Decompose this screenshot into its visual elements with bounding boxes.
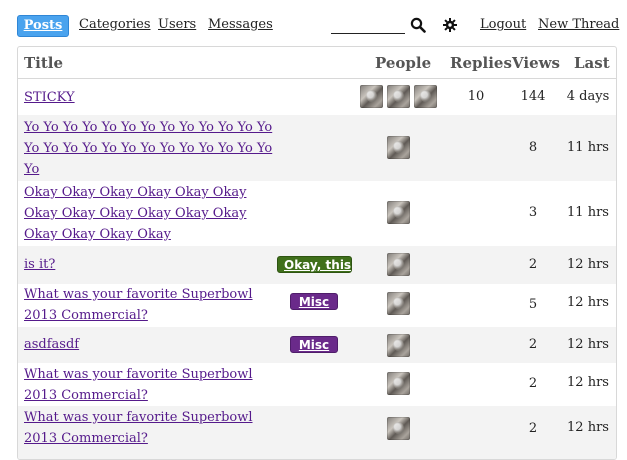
replies-count: 2: [528, 337, 538, 352]
table-row: Okay Okay Okay Okay Okay Okay Okay Okay …: [18, 181, 616, 246]
thread-title-cell: STICKY: [24, 87, 276, 108]
threads-table: Title People Replies Views Last STICKY 1…: [17, 46, 617, 460]
thread-title-cell: Yo Yo Yo Yo Yo Yo Yo Yo Yo Yo Yo Yo Yo Y…: [24, 117, 276, 180]
avatar[interactable]: [387, 292, 410, 315]
last-activity: 12 hrs: [567, 420, 609, 435]
logout-link[interactable]: Logout: [480, 17, 526, 32]
nav-posts-tab[interactable]: Posts: [17, 15, 69, 37]
table-row: asdfasdf Misc 2 12 hrs: [18, 327, 616, 363]
nav-users-link[interactable]: Users: [158, 17, 196, 32]
last-activity: 11 hrs: [567, 205, 609, 220]
thread-title-link[interactable]: STICKY: [24, 90, 75, 105]
views-count: 3: [528, 205, 538, 220]
avatar[interactable]: [387, 334, 410, 357]
last-activity: 12 hrs: [567, 257, 609, 272]
last-activity: 12 hrs: [567, 375, 609, 390]
thread-title-cell: is it?: [24, 254, 276, 275]
avatar[interactable]: [387, 372, 410, 395]
last-activity: 12 hrs: [567, 337, 609, 352]
thread-title-cell: asdfasdf: [24, 334, 276, 355]
last-activity: 11 hrs: [567, 140, 609, 155]
last-activity: 4 days: [566, 89, 610, 104]
views-count: 8: [528, 140, 538, 155]
replies-count: 2: [528, 257, 538, 272]
search-icon[interactable]: [410, 17, 426, 37]
replies-count: 2: [528, 376, 538, 391]
replies-count: 5: [528, 297, 538, 312]
thread-title-link[interactable]: What was your favorite Superbowl 2013 Co…: [24, 367, 253, 403]
nav-categories-link[interactable]: Categories: [79, 17, 151, 32]
new-thread-link[interactable]: New Thread: [538, 17, 619, 32]
thread-title-cell: Okay Okay Okay Okay Okay Okay Okay Okay …: [24, 182, 276, 245]
thread-title-cell: What was your favorite Superbowl 2013 Co…: [24, 284, 276, 326]
header-title[interactable]: Title: [24, 54, 63, 72]
thread-title-link[interactable]: Yo Yo Yo Yo Yo Yo Yo Yo Yo Yo Yo Yo Yo Y…: [24, 120, 272, 177]
nav-messages-link[interactable]: Messages: [208, 17, 273, 32]
avatar[interactable]: [387, 201, 410, 224]
table-row: Yo Yo Yo Yo Yo Yo Yo Yo Yo Yo Yo Yo Yo Y…: [18, 115, 616, 181]
replies-count: 10: [467, 89, 485, 104]
thread-title-link[interactable]: Okay Okay Okay Okay Okay Okay Okay Okay …: [24, 185, 246, 242]
thread-title-cell: What was your favorite Superbowl 2013 Co…: [24, 364, 276, 406]
avatar[interactable]: [387, 85, 410, 108]
header-last[interactable]: Last: [574, 54, 610, 72]
top-nav: Posts Categories Users Messages Logout N…: [0, 0, 627, 50]
gear-icon[interactable]: [443, 17, 457, 36]
table-row: STICKY 10 144 4 days: [18, 79, 616, 115]
thread-title-link[interactable]: What was your favorite Superbowl 2013 Co…: [24, 410, 253, 446]
avatar[interactable]: [387, 136, 410, 159]
category-badge[interactable]: Misc: [290, 293, 338, 310]
table-row: What was your favorite Superbowl 2013 Co…: [18, 406, 616, 459]
thread-title-cell: What was your favorite Superbowl 2013 Co…: [24, 407, 276, 449]
replies-count: 2: [528, 421, 538, 436]
table-header: Title People Replies Views Last: [18, 47, 616, 79]
header-people: People: [375, 54, 432, 72]
thread-title-link[interactable]: asdfasdf: [24, 337, 79, 352]
avatar[interactable]: [360, 85, 383, 108]
thread-title-link[interactable]: What was your favorite Superbowl 2013 Co…: [24, 287, 253, 323]
search-input[interactable]: [331, 15, 405, 34]
header-replies[interactable]: Replies: [450, 54, 512, 72]
views-count: 144: [520, 89, 546, 104]
thread-title-link[interactable]: is it?: [24, 257, 55, 272]
category-badge[interactable]: Misc: [290, 336, 338, 353]
table-row: is it? Okay, this 2 12 hrs: [18, 246, 616, 284]
table-row: What was your favorite Superbowl 2013 Co…: [18, 363, 616, 406]
category-badge[interactable]: Okay, this: [277, 256, 352, 273]
avatar[interactable]: [414, 85, 437, 108]
avatar[interactable]: [387, 253, 410, 276]
header-views[interactable]: Views: [512, 54, 560, 72]
table-row: What was your favorite Superbowl 2013 Co…: [18, 284, 616, 327]
last-activity: 12 hrs: [567, 295, 609, 310]
avatar[interactable]: [387, 417, 410, 440]
